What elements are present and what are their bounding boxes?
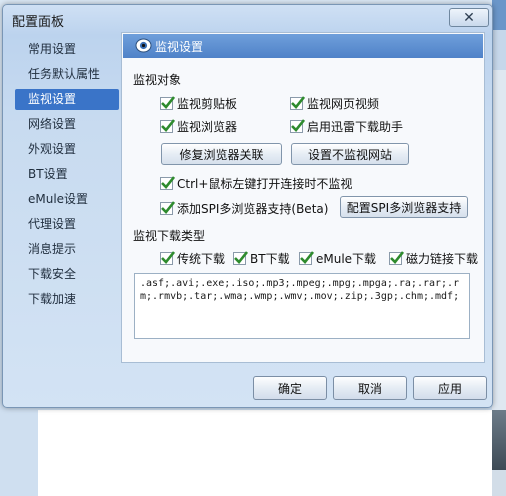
nav-item-network[interactable]: 网络设置 bbox=[15, 114, 119, 135]
checkbox-label: eMule下载 bbox=[316, 252, 377, 266]
panel-header: 监视设置 bbox=[123, 34, 483, 58]
eye-icon bbox=[135, 38, 152, 53]
bt-download-checkbox[interactable]: BT下载 bbox=[233, 250, 290, 267]
checkbox-box bbox=[160, 251, 175, 265]
checkbox-box bbox=[160, 201, 175, 215]
window-title: 配置面板 bbox=[12, 15, 65, 30]
nav-item-emule[interactable]: eMule设置 bbox=[15, 189, 119, 210]
nav-item-notifications[interactable]: 消息提示 bbox=[15, 239, 119, 260]
nav-item-download-accel[interactable]: 下载加速 bbox=[15, 289, 119, 310]
checkbox-box bbox=[389, 251, 404, 265]
configure-spi-button[interactable]: 配置SPI多浏览器支持 bbox=[340, 196, 468, 218]
background-right-strip bbox=[492, 0, 506, 496]
cancel-button[interactable]: 取消 bbox=[333, 376, 407, 400]
checkbox-label: 传统下载 bbox=[177, 252, 226, 266]
checkbox-label: 添加SPI多浏览器支持(Beta) bbox=[177, 202, 329, 216]
checkbox-label: 监视浏览器 bbox=[177, 120, 238, 134]
checkbox-box bbox=[233, 251, 248, 265]
checkbox-label: 磁力链接下载 bbox=[406, 252, 479, 266]
close-icon: ✕ bbox=[463, 9, 475, 26]
title-bar: 配置面板 ✕ bbox=[3, 5, 492, 31]
background-content bbox=[0, 410, 492, 496]
checkbox-box bbox=[160, 96, 175, 110]
settings-nav: 常用设置 任务默认属性 监视设置 网络设置 外观设置 BT设置 eMule设置 … bbox=[13, 35, 121, 375]
checkbox-box bbox=[290, 96, 305, 110]
ctrl-click-checkbox[interactable]: Ctrl+鼠标左键打开连接时不监视 bbox=[160, 175, 352, 192]
checkbox-box bbox=[290, 119, 305, 133]
nav-item-download-security[interactable]: 下载安全 bbox=[15, 264, 119, 285]
panel-title: 监视设置 bbox=[155, 40, 204, 54]
no-monitor-sites-button[interactable]: 设置不监视网站 bbox=[291, 143, 409, 165]
emule-download-checkbox[interactable]: eMule下载 bbox=[299, 250, 376, 267]
nav-item-bt[interactable]: BT设置 bbox=[15, 164, 119, 185]
nav-item-monitor[interactable]: 监视设置 bbox=[15, 89, 119, 110]
magnet-download-checkbox[interactable]: 磁力链接下载 bbox=[389, 250, 478, 267]
thunder-helper-checkbox[interactable]: 启用迅雷下载助手 bbox=[290, 118, 403, 135]
checkbox-label: 监视网页视频 bbox=[307, 97, 380, 111]
checkbox-box bbox=[160, 119, 175, 133]
nav-item-task-defaults[interactable]: 任务默认属性 bbox=[15, 64, 119, 85]
checkbox-label: 监视剪贴板 bbox=[177, 97, 238, 111]
spi-support-checkbox[interactable]: 添加SPI多浏览器支持(Beta) bbox=[160, 200, 328, 217]
checkbox-box bbox=[160, 176, 175, 190]
checkbox-box bbox=[299, 251, 314, 265]
repair-browser-button[interactable]: 修复浏览器关联 bbox=[161, 143, 282, 165]
monitor-browser-checkbox[interactable]: 监视浏览器 bbox=[160, 118, 237, 135]
checkbox-label: 启用迅雷下载助手 bbox=[307, 120, 404, 134]
nav-item-proxy[interactable]: 代理设置 bbox=[15, 214, 119, 235]
file-extensions-textarea[interactable]: .asf;.avi;.exe;.iso;.mp3;.mpeg;.mpg;.mpg… bbox=[134, 273, 470, 339]
monitor-web-video-checkbox[interactable]: 监视网页视频 bbox=[290, 95, 379, 112]
traditional-download-checkbox[interactable]: 传统下载 bbox=[160, 250, 225, 267]
checkbox-label: BT下载 bbox=[250, 252, 290, 266]
close-button[interactable]: ✕ bbox=[449, 8, 489, 27]
monitor-objects-label: 监视对象 bbox=[133, 73, 182, 87]
apply-button[interactable]: 应用 bbox=[413, 376, 487, 400]
ok-button[interactable]: 确定 bbox=[253, 376, 327, 400]
download-types-label: 监视下载类型 bbox=[133, 229, 206, 243]
monitor-clipboard-checkbox[interactable]: 监视剪贴板 bbox=[160, 95, 237, 112]
checkbox-label: Ctrl+鼠标左键打开连接时不监视 bbox=[177, 177, 353, 191]
nav-item-general[interactable]: 常用设置 bbox=[15, 39, 119, 60]
nav-item-appearance[interactable]: 外观设置 bbox=[15, 139, 119, 160]
